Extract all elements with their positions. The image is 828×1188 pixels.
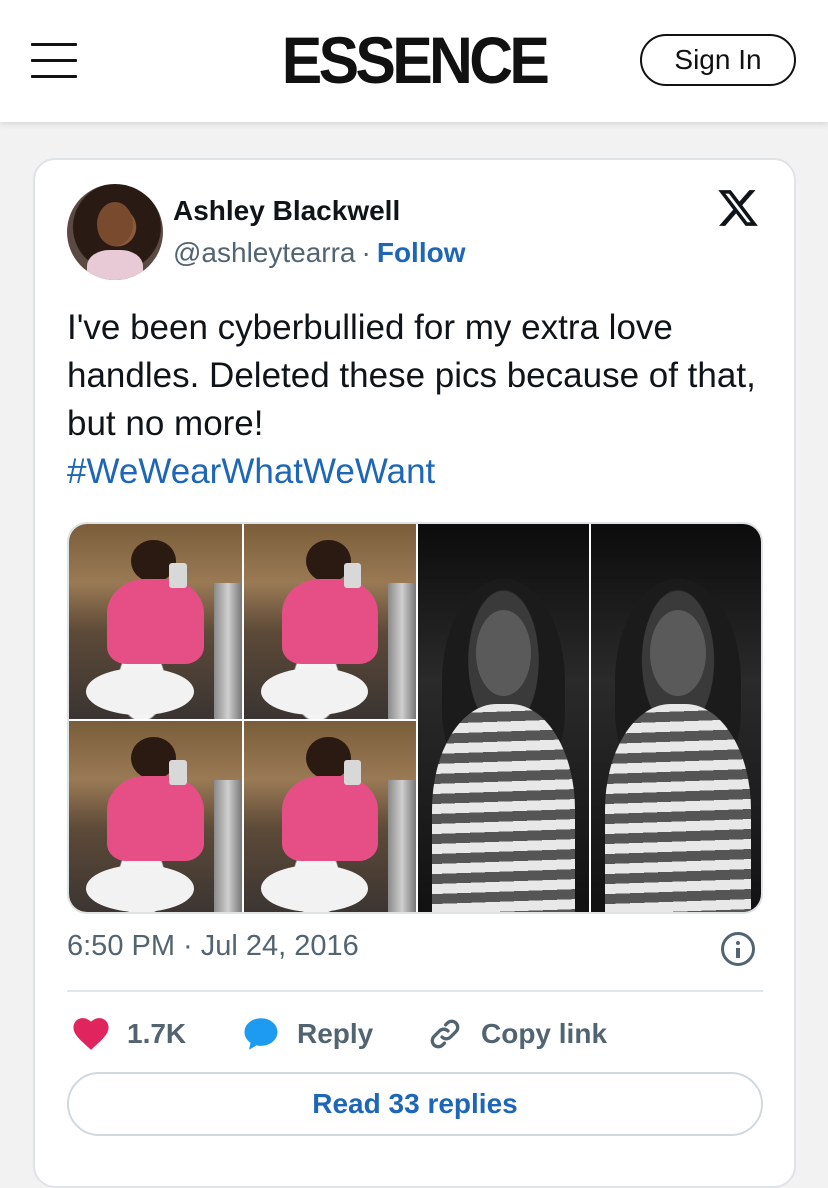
author-handle[interactable]: @ashleytearra (173, 237, 356, 268)
hashtag-link[interactable]: #WeWearWhatWeWant (67, 452, 435, 491)
x-logo-icon[interactable] (715, 186, 761, 230)
follow-link[interactable]: Follow (377, 237, 466, 268)
reply-bubble-icon (244, 1018, 278, 1050)
separator-dot: · (361, 237, 371, 268)
copy-link-button[interactable]: Copy link (427, 1012, 607, 1056)
embedded-tweet-card: Ashley Blackwell @ashleytearra · Follow I'… (33, 158, 796, 1188)
media-photo-selfie-4[interactable] (244, 721, 416, 912)
site-header: ESSENCE Sign In (0, 0, 828, 122)
sign-in-button[interactable]: Sign In (640, 34, 796, 86)
hamburger-menu-icon[interactable] (31, 43, 77, 79)
tweet-text: I've been cyberbullied for my extra love… (67, 304, 767, 496)
reply-label: Reply (297, 1018, 374, 1049)
tweet-body: I've been cyberbullied for my extra love… (67, 308, 756, 443)
media-photo-selfie-3[interactable] (69, 721, 242, 912)
like-count: 1.7K (127, 1018, 187, 1049)
copy-link-label: Copy link (481, 1018, 608, 1049)
divider (67, 990, 763, 992)
author-name[interactable]: Ashley Blackwell (173, 195, 400, 227)
reply-button[interactable]: Reply (243, 1012, 373, 1056)
essence-logo[interactable]: ESSENCE (280, 24, 550, 96)
like-button[interactable]: 1.7K (73, 1012, 186, 1056)
media-photo-selfie-2[interactable] (244, 524, 416, 719)
media-photo-bw-2[interactable] (591, 524, 761, 912)
info-icon[interactable] (721, 932, 755, 966)
tweet-timestamp[interactable]: 6:50 PM · Jul 24, 2016 (67, 930, 359, 963)
tweet-actions: 1.7K Reply Copy link (67, 1012, 763, 1056)
media-photo-selfie-1[interactable] (69, 524, 242, 719)
avatar[interactable] (67, 184, 163, 280)
link-chain-icon (430, 1019, 460, 1049)
author-handle-row: @ashleytearra · Follow (173, 237, 466, 269)
read-replies-button[interactable]: Read 33 replies (67, 1072, 763, 1136)
tweet-media-grid[interactable] (67, 522, 763, 914)
heart-icon (73, 1018, 109, 1050)
media-photo-bw-1[interactable] (418, 524, 589, 912)
